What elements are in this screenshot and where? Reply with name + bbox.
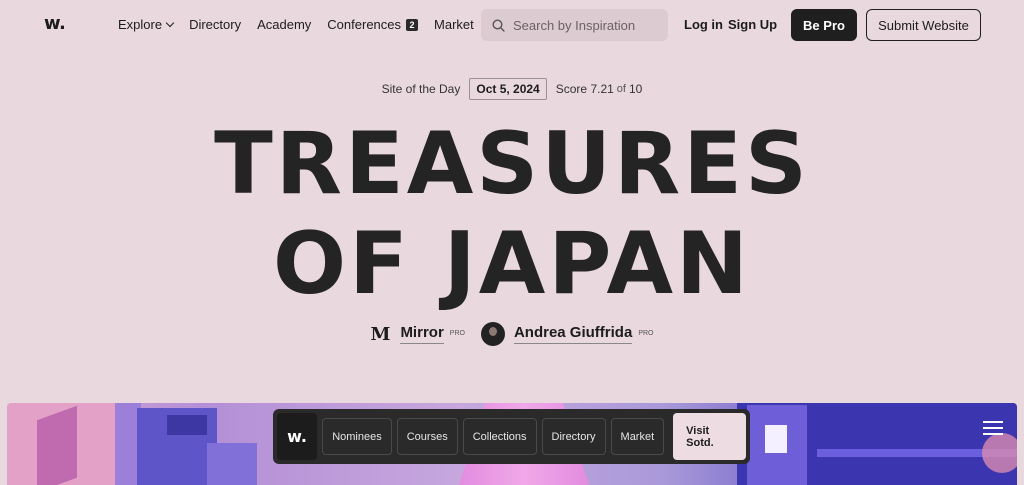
login-link[interactable]: Log in — [684, 17, 723, 32]
conferences-count-badge: 2 — [406, 18, 419, 31]
preview-shape — [207, 443, 257, 485]
nav-directory[interactable]: Directory — [189, 17, 241, 32]
hamburger-menu-icon[interactable] — [983, 421, 1003, 435]
top-header: w. Explore Directory Academy Conferences… — [0, 0, 1024, 50]
preview-shape — [37, 405, 77, 485]
main-nav: Explore Directory Academy Conferences 2 … — [118, 17, 474, 32]
credit-mirror-link[interactable]: Mirror — [400, 324, 444, 344]
preview-shape — [982, 433, 1017, 473]
preview-shape — [167, 415, 207, 435]
site-title-line-1: TREASURES — [214, 114, 810, 214]
credits: M Mirror PRO Andrea Giuffrida PRO — [0, 322, 1024, 346]
nav-academy[interactable]: Academy — [257, 17, 311, 32]
signup-link[interactable]: Sign Up — [728, 17, 777, 32]
site-logo[interactable]: w. — [44, 13, 66, 34]
search-icon — [492, 18, 505, 32]
floating-courses-button[interactable]: Courses — [396, 418, 458, 455]
nav-explore[interactable]: Explore — [118, 17, 175, 32]
nav-directory-label: Directory — [189, 17, 242, 32]
search-box[interactable] — [481, 9, 668, 41]
credit-mirror: M Mirror PRO — [371, 324, 465, 345]
floating-market-button[interactable]: Market — [610, 418, 665, 455]
nav-conferences-label: Conferences — [327, 17, 402, 32]
chevron-down-icon — [165, 18, 175, 27]
site-title: TREASURES OF JAPAN — [0, 114, 1024, 314]
score-value: 7.21 — [590, 82, 614, 96]
be-pro-button[interactable]: Be Pro — [791, 9, 857, 41]
score-max: 10 — [628, 82, 643, 96]
site-title-line-2: OF JAPAN — [272, 214, 752, 314]
nav-explore-label: Explore — [118, 17, 163, 32]
floating-nav-bar: w. Nominees Courses Collections Director… — [273, 409, 750, 464]
credit-andrea-link[interactable]: Andrea Giuffrida — [513, 324, 633, 344]
floating-bar-logo[interactable]: w. — [277, 413, 318, 460]
sotd-label: Site of the Day — [381, 82, 461, 96]
avatar — [480, 322, 505, 346]
sotd-meta: Site of the Day Oct 5, 2024 Score 7.21 o… — [0, 78, 1024, 100]
nav-market-label: Market — [434, 17, 474, 32]
floating-collections-button[interactable]: Collections — [462, 418, 537, 455]
submit-website-button[interactable]: Submit Website — [866, 9, 981, 41]
score-of: of — [616, 83, 626, 95]
visit-sotd-button[interactable]: Visit Sotd. — [673, 413, 746, 460]
preview-shape — [765, 425, 787, 453]
pro-badge: PRO — [638, 329, 654, 337]
nav-academy-label: Academy — [257, 17, 312, 32]
score-label: Score — [555, 82, 588, 96]
search-input[interactable] — [513, 17, 663, 33]
mirror-logo-icon: M — [370, 323, 391, 345]
credit-andrea: Andrea Giuffrida PRO — [480, 322, 654, 346]
floating-directory-button[interactable]: Directory — [541, 418, 606, 455]
nav-conferences[interactable]: Conferences 2 — [327, 17, 419, 32]
sotd-date: Oct 5, 2024 — [469, 78, 547, 100]
pro-badge: PRO — [449, 329, 465, 337]
floating-nominees-button[interactable]: Nominees — [322, 418, 392, 455]
nav-market[interactable]: Market — [434, 17, 474, 32]
